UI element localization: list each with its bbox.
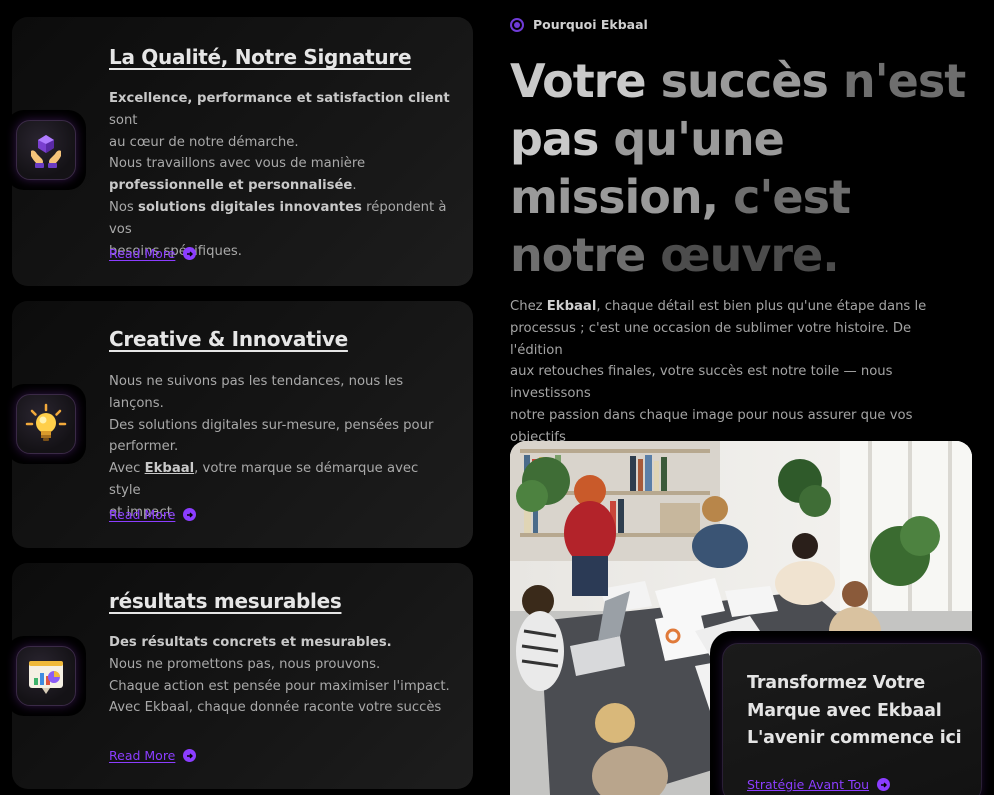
- hands-gem-icon: [16, 120, 76, 180]
- feature-icon-frame: [6, 384, 86, 464]
- read-more-link[interactable]: Read More: [109, 246, 197, 261]
- text-line: Chaque action est pensée pour maximiser …: [109, 678, 450, 694]
- strategy-link[interactable]: Stratégie Avant Tou: [747, 777, 891, 792]
- text-line: Avec Ekbaal, votre marque se démarque av…: [109, 461, 419, 498]
- text-line: aux retouches finales, votre succès est …: [510, 364, 893, 402]
- text-line: professionnelle et personnalisée.: [109, 178, 357, 194]
- target-dot-icon: [510, 17, 524, 32]
- text-line: Chez Ekbaal, chaque détail est bien plus…: [510, 299, 927, 314]
- text-line: Nous travaillons avec vous de manière: [109, 156, 366, 172]
- text-line: au cœur de notre démarche.: [109, 134, 299, 150]
- text-line: Nous ne promettons pas, nous prouvons.: [109, 656, 381, 672]
- card-title: Creative & Innovative: [109, 327, 348, 351]
- arrow-right-icon: [183, 508, 197, 521]
- feature-card-creative: Creative & Innovative Nous ne suivons pa…: [6, 301, 473, 548]
- arrow-right-icon: [183, 749, 197, 762]
- arrow-right-icon: [183, 247, 197, 260]
- card-description: Nous ne suivons pas les tendances, nous …: [109, 371, 454, 524]
- text-line: Des solutions digitales sur-mesure, pens…: [109, 417, 434, 433]
- read-more-link[interactable]: Read More: [109, 748, 197, 763]
- headline-line: notre œuvre.: [510, 228, 840, 282]
- card-title: La Qualité, Notre Signature: [109, 45, 412, 69]
- text-line: Nos solutions digitales innovantes répon…: [109, 199, 447, 237]
- card-title: résultats mesurables: [109, 589, 342, 613]
- feature-icon-frame: [6, 636, 86, 716]
- text-line: processus ; c'est une occasion de sublim…: [510, 320, 912, 358]
- feature-card-quality: La Qualité, Notre Signature Excellence, …: [6, 17, 473, 286]
- text-line: Nous ne suivons pas les tendances, nous …: [109, 374, 404, 411]
- promo-card: Transformez Votre Marque avec Ekbaal L'a…: [722, 643, 982, 795]
- card-description: Excellence, performance et satisfaction …: [109, 88, 454, 262]
- arrow-right-icon: [877, 778, 891, 791]
- text-line: Excellence, performance et satisfaction …: [109, 91, 450, 128]
- headline-line: Votre succès n'est: [510, 54, 966, 108]
- feature-card-results: résultats mesurables Des résultats concr…: [6, 563, 473, 789]
- text-line: Avec Ekbaal, chaque donnée raconte votre…: [109, 700, 442, 716]
- text-line: performer.: [109, 439, 179, 455]
- section-headline: Votre succès n'est pas qu'une mission, c'e…: [510, 52, 980, 284]
- section-eyebrow: Pourquoi Ekbaal: [510, 17, 648, 32]
- headline-line: pas qu'une: [510, 112, 785, 166]
- card-description: Des résultats concrets et mesurables. Nou…: [109, 632, 454, 719]
- read-more-link[interactable]: Read More: [109, 507, 197, 522]
- chart-presentation-icon: [16, 646, 76, 706]
- promo-title: Transformez Votre Marque avec Ekbaal L'a…: [747, 673, 962, 748]
- light-bulb-icon: [16, 394, 76, 454]
- headline-line: mission, c'est: [510, 170, 851, 224]
- feature-icon-frame: [6, 110, 86, 190]
- promo-card-frame: Transformez Votre Marque avec Ekbaal L'a…: [710, 631, 994, 795]
- text-line: Des résultats concrets et mesurables.: [109, 635, 392, 650]
